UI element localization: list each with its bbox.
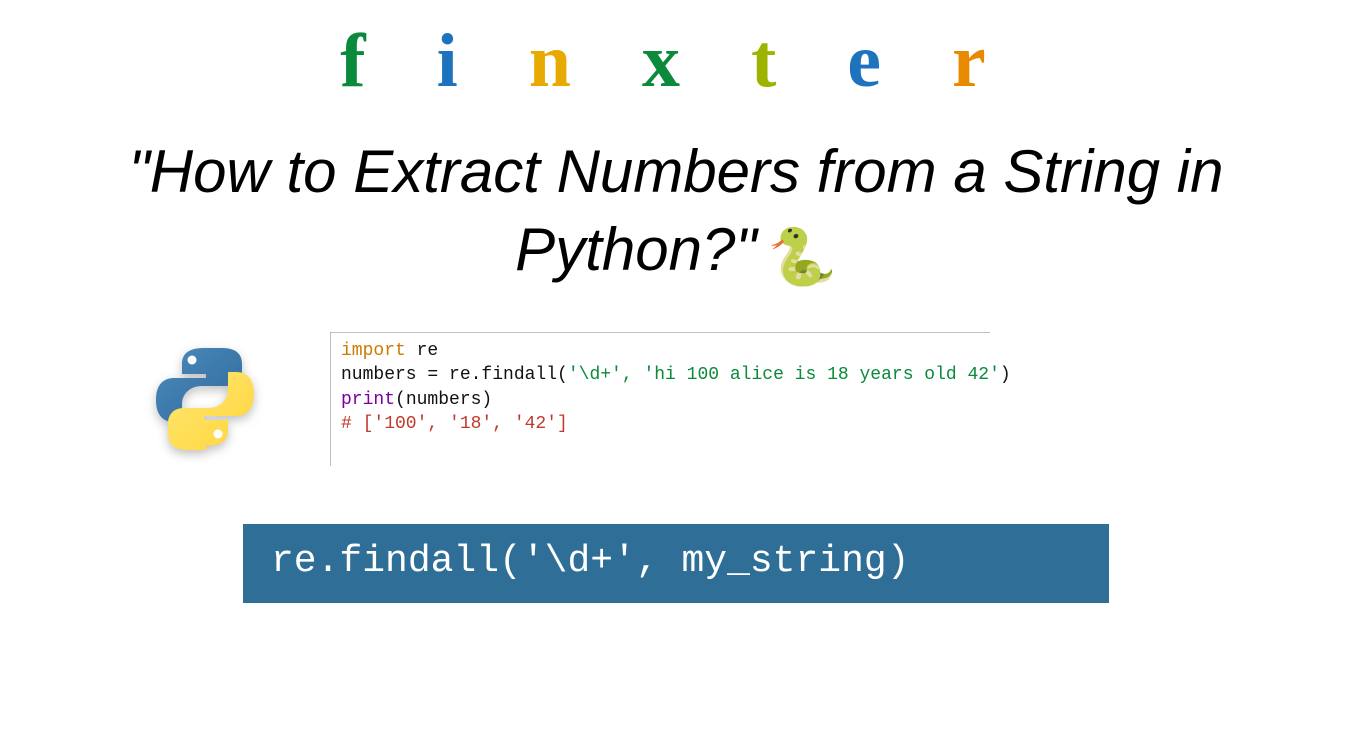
code-module-re: re (406, 341, 438, 361)
page-title-wrap: "How to Extract Numbers from a String in… (0, 133, 1352, 290)
brand-letter-t: t (751, 18, 802, 105)
brand-logo: f i n x t e r (0, 0, 1352, 105)
code-example-row: import re numbers = re.findall('\d+', 'h… (0, 332, 1352, 466)
code-builtin-print: print (341, 390, 395, 410)
summary-banner: re.findall('\d+', my_string) (243, 524, 1109, 603)
brand-letter-x: x (642, 18, 706, 105)
brand-letter-i: i (437, 18, 484, 105)
code-line2-strings: '\d+', 'hi 100 alice is 18 years old 42' (568, 365, 1000, 385)
code-line3-args: (numbers) (395, 390, 492, 410)
snake-icon: 🐍 (767, 225, 837, 288)
banner-code: re.findall('\d+', my_string) (271, 540, 910, 583)
brand-letter-f: f (340, 18, 391, 105)
brand-letter-r: r (952, 18, 1012, 105)
code-line2-a: numbers = re.findall( (341, 365, 568, 385)
code-keyword-import: import (341, 341, 406, 361)
code-comment-output: # ['100', '18', '42'] (341, 414, 568, 434)
brand-letter-e: e (847, 18, 907, 105)
python-logo-icon (150, 342, 260, 452)
code-snippet: import re numbers = re.findall('\d+', 'h… (330, 332, 990, 466)
page-title: "How to Extract Numbers from a String in… (129, 138, 1224, 283)
code-line2-b: ) (1000, 365, 1011, 385)
brand-letter-n: n (529, 18, 597, 105)
